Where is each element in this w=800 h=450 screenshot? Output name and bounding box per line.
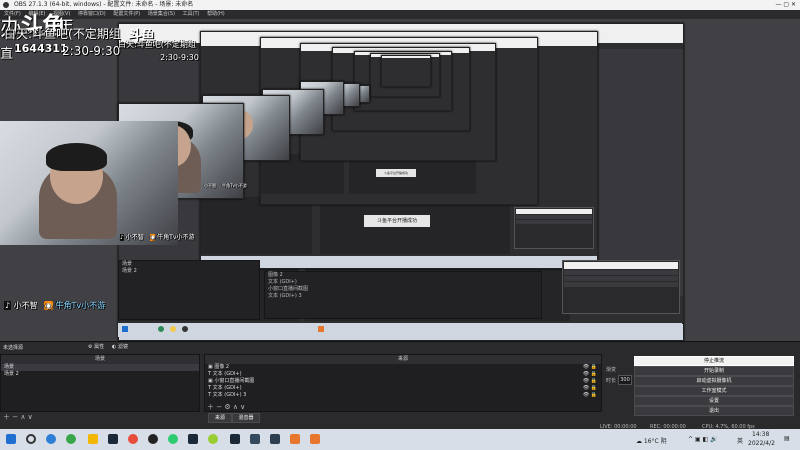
image-icon: ▣: [208, 378, 213, 384]
nested-controls: [562, 260, 680, 314]
source-item[interactable]: T 文本 (GDI+) 👁 🔒: [205, 385, 601, 392]
scene-item[interactable]: 场景: [1, 364, 199, 371]
nested-preview-frame: [381, 55, 431, 87]
douyu-taskbar-icon[interactable]: [310, 434, 320, 444]
webcam-feed: [0, 121, 178, 245]
sources-panel: 来源 ▣ 图像 2 👁 🔒 T 文本 (GDI+) 👁 🔒 ▣ 小窗口直播间截图 👁 …: [204, 354, 602, 412]
clock-time[interactable]: 14:38: [752, 431, 769, 438]
studio-mode-button[interactable]: 工作室模式: [634, 386, 794, 396]
huya-handle-tiny: 牛角Tv小不游: [222, 183, 247, 188]
nested-taskbar: [118, 323, 682, 337]
transition-label: 渐变: [606, 367, 617, 373]
preview-canvas[interactable]: 斗鱼平台开播成功 斗鱼平台开播成功 场景 场景 2 图像 2 文本 (GDI+) 小…: [0, 12, 800, 341]
menu-tools[interactable]: 工具(T): [183, 11, 200, 17]
stop-streaming-button[interactable]: 停止推流: [634, 356, 794, 366]
menu-bar: 文件(F) 编辑(E) 视图(V) 停靠窗口(D) 配置文件(P) 场景集合(S…: [0, 10, 800, 19]
no-source-label: 未选择源: [3, 345, 24, 351]
tab-sources[interactable]: 来源: [208, 413, 232, 423]
weather-widget[interactable]: ☁ 16°C 阴: [636, 436, 667, 445]
duration-input[interactable]: 300: [618, 375, 632, 385]
window-controls[interactable]: — ▢ ✕: [775, 0, 796, 10]
source-item[interactable]: ▣ 小窗口直播间截图 👁 🔒: [205, 378, 601, 385]
nested-scenes-panel: 场景 场景 2: [118, 260, 260, 320]
obs-icon: [3, 2, 9, 8]
start-icon[interactable]: [6, 434, 16, 444]
app-icon[interactable]: [128, 434, 138, 444]
obs-dock: 未选择源 ⚙ 属性 ◐ 滤镜 场景 场景 场景 2 ＋ − ∧ ∨ 来源 ▣ 图…: [0, 341, 800, 430]
scenes-panel: 场景 场景 场景 2: [0, 354, 200, 412]
scenes-header: 场景: [1, 355, 199, 364]
notification-icon[interactable]: ▤: [784, 435, 790, 442]
room-id: 1644311: [14, 42, 68, 55]
tiktok-handle-mini: ♪ 小不智: [120, 234, 144, 241]
tray-icons[interactable]: ^ ▣ ◧ 🔊: [688, 436, 718, 443]
obs-taskbar-icon[interactable]: [148, 434, 158, 444]
steam-icon[interactable]: [188, 434, 198, 444]
huya-handle-mini: ◉ 牛角Tv小不游: [150, 234, 195, 241]
nested-sources-panel: 图像 2 文本 (GDI+) 小窗口直播间截图 文本 (GDI+) 3: [264, 271, 542, 319]
search-icon[interactable]: [26, 434, 36, 444]
image-icon: ▣: [208, 364, 213, 370]
wechat-icon[interactable]: [168, 434, 178, 444]
toast-message: 斗鱼平台开播成功: [364, 215, 430, 227]
clock-date[interactable]: 2022/4/2: [748, 440, 775, 447]
toast-message: 斗鱼平台开播成功: [376, 169, 416, 177]
exit-button[interactable]: 退出: [634, 406, 794, 416]
tab-mixer[interactable]: 混音器: [232, 413, 260, 423]
source-item[interactable]: ▣ 图像 2 👁 🔒: [205, 364, 601, 371]
huya-handle: ◉ 牛角Tv小不游: [44, 301, 106, 310]
source-controls[interactable]: ＋ − ⚙ ∧ ∨: [207, 402, 245, 412]
steam-icon[interactable]: [230, 434, 240, 444]
tiktok-handle-tiny: 小不智: [204, 183, 216, 188]
properties-button[interactable]: ⚙ 属性: [88, 343, 104, 350]
chrome-icon[interactable]: [66, 434, 76, 444]
douyu-taskbar-icon[interactable]: [290, 434, 300, 444]
nested-controls: [514, 207, 594, 249]
app-icon[interactable]: [250, 434, 260, 444]
schedule-time-mini: 2:30-9:30: [160, 53, 199, 62]
text-icon: T: [208, 385, 212, 391]
duration-label: 时长: [606, 378, 617, 384]
menu-help[interactable]: 帮助(H): [207, 11, 225, 17]
huya-icon: ◉: [44, 301, 53, 310]
text-icon: T: [208, 392, 212, 398]
sources-header: 来源: [205, 355, 601, 364]
window-title-bar: OBS 27.1.3 (64-bit, windows) - 配置文件: 未命名…: [0, 0, 800, 10]
app-icon[interactable]: [270, 434, 280, 444]
overlay-title-char: 直: [0, 47, 14, 62]
edge-icon[interactable]: [46, 434, 56, 444]
app-icon[interactable]: [208, 434, 218, 444]
source-item[interactable]: T 文本 (GDI+) 👁 🔒: [205, 371, 601, 378]
menu-dock[interactable]: 停靠窗口(D): [78, 11, 106, 17]
folder-icon[interactable]: [88, 434, 98, 444]
ime-indicator[interactable]: 英: [737, 436, 743, 445]
virtual-camera-button[interactable]: 启动虚拟摄像机: [634, 376, 794, 386]
schedule-line: 白天:斗鱼吧(不定期组: [4, 27, 121, 41]
settings-button[interactable]: 设置: [634, 396, 794, 406]
steam-icon[interactable]: [108, 434, 118, 444]
text-icon: T: [208, 371, 212, 377]
menu-scene-collection[interactable]: 场景集合(S): [148, 11, 175, 17]
scene-controls[interactable]: ＋ − ∧ ∨: [3, 412, 33, 422]
windows-taskbar: ☁ 16°C 阴 ^ ▣ ◧ 🔊 英 14:38 2022/4/2 ▤: [0, 429, 800, 450]
start-recording-button[interactable]: 开始录制: [634, 366, 794, 376]
schedule-time: 2:30-9:30: [62, 44, 121, 58]
schedule-line-mini: 白天:斗鱼吧(不定期组: [118, 40, 196, 49]
filters-button[interactable]: ◐ 滤镜: [112, 343, 128, 350]
source-item[interactable]: T 文本 (GDI+) 3 👁 🔒: [205, 392, 601, 399]
scene-item[interactable]: 场景 2: [1, 371, 199, 378]
tiktok-handle: ♪ 小不智: [4, 301, 38, 310]
tiktok-icon: ♪: [4, 301, 12, 310]
menu-profile[interactable]: 配置文件(P): [113, 11, 140, 17]
